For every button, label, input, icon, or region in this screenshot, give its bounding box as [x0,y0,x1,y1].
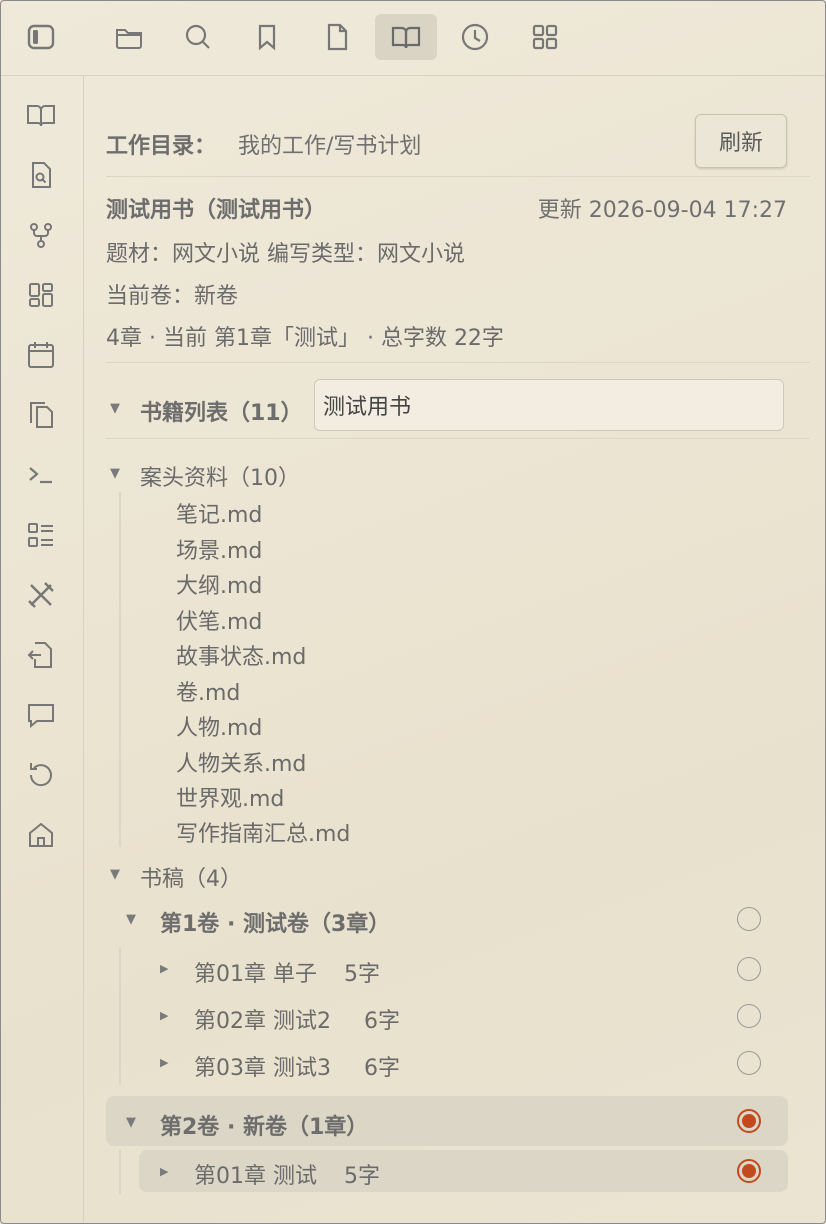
file-export-icon[interactable] [19,633,63,677]
file-item[interactable]: 笔记.md [176,497,262,529]
file-item[interactable]: 场景.md [176,533,262,565]
tree-guide-line [119,1150,121,1194]
book-list-label[interactable]: 书籍列表（11） [140,395,303,427]
expand-triangle-icon[interactable]: ▶ [160,1165,168,1178]
divider [106,362,810,363]
collapse-triangle-icon[interactable]: ▼ [126,1115,136,1130]
chapter-radio[interactable] [737,957,761,981]
top-toolbar [1,1,825,76]
collapse-triangle-icon[interactable]: ▼ [110,867,120,882]
divider [106,438,810,439]
file-item[interactable]: 卷.md [176,675,240,707]
updated-timestamp: 更新 2026-09-04 17:27 [537,198,787,223]
history-icon[interactable] [19,753,63,797]
terminal-icon[interactable] [19,453,63,497]
collapse-triangle-icon[interactable]: ▼ [126,912,136,927]
folder-icon[interactable] [107,15,151,59]
chapter-words: 6字 [364,1056,400,1081]
chapter-radio[interactable] [737,1051,761,1075]
git-fork-icon[interactable] [19,213,63,257]
file-item[interactable]: 写作指南汇总.md [176,816,350,848]
genre-line: 题材：网文小说 编写类型：网文小说 [106,242,465,267]
collapse-triangle-icon[interactable]: ▼ [110,466,120,481]
file-item[interactable]: 伏笔.md [176,604,262,636]
dashboard-icon[interactable] [19,273,63,317]
chapter-title[interactable]: 第03章 测试3 [194,1050,331,1082]
file-item[interactable]: 大纲.md [176,568,262,600]
divider [106,176,810,177]
volume-radio-selected[interactable] [737,1109,761,1133]
chapter-radio[interactable] [737,1004,761,1028]
file-icon[interactable] [315,15,359,59]
calendar-icon[interactable] [19,333,63,377]
collapse-triangle-icon[interactable]: ▼ [110,401,120,416]
desk-materials-label[interactable]: 案头资料（10） [140,460,300,492]
book-select-input[interactable] [314,379,784,431]
volume-title[interactable]: 第2卷 · 新卷（1章） [160,1109,368,1141]
file-item[interactable]: 世界观.md [176,781,284,813]
book-icon[interactable] [19,93,63,137]
expand-triangle-icon[interactable]: ▶ [160,962,168,975]
workdir-label: 工作目录： [106,134,217,159]
main-panel: 工作目录： 我的工作/写书计划 刷新 测试用书（测试用书） 更新 2026-09… [84,76,825,1223]
workdir-path[interactable]: 我的工作/写书计划 [238,128,421,160]
file-item[interactable]: 故事状态.md [176,639,306,671]
book-title: 测试用书（测试用书） [106,198,327,223]
chapter-words: 5字 [344,962,380,987]
file-search-icon[interactable] [19,153,63,197]
manuscript-label[interactable]: 书稿（4） [140,861,242,893]
copy-icon[interactable] [19,393,63,437]
chapter-radio-selected[interactable] [737,1159,761,1183]
chapter-title[interactable]: 第01章 单子 [194,956,317,988]
file-item[interactable]: 人物.md [176,710,262,742]
expand-triangle-icon[interactable]: ▶ [160,1056,168,1069]
clock-icon[interactable] [453,15,497,59]
chapter-title[interactable]: 第01章 测试 [194,1158,317,1190]
left-rail [1,75,84,1223]
sidebar-toggle-icon[interactable] [19,15,63,59]
book-open-icon[interactable] [375,14,437,60]
home-icon[interactable] [19,813,63,857]
app-window: 工作目录： 我的工作/写书计划 刷新 测试用书（测试用书） 更新 2026-09… [0,0,826,1224]
refresh-button[interactable]: 刷新 [695,114,787,168]
tree-guide-line [119,492,121,847]
search-icon[interactable] [176,15,220,59]
chapter-words: 6字 [364,1009,400,1034]
chapter-title[interactable]: 第02章 测试2 [194,1003,331,1035]
volume-radio[interactable] [737,907,761,931]
chat-icon[interactable] [19,693,63,737]
volume-title[interactable]: 第1卷 · 测试卷（3章） [160,906,390,938]
book-stats: 4章 · 当前 第1章「测试」 · 总字数 22字 [106,326,504,351]
file-item[interactable]: 人物关系.md [176,746,306,778]
grid-icon[interactable] [523,15,567,59]
chapter-words: 5字 [344,1164,380,1189]
tree-guide-line [119,948,121,1084]
current-volume: 当前卷：新卷 [106,284,239,309]
list-icon[interactable] [19,513,63,557]
tools-icon[interactable] [19,573,63,617]
expand-triangle-icon[interactable]: ▶ [160,1009,168,1022]
bookmark-icon[interactable] [245,15,289,59]
